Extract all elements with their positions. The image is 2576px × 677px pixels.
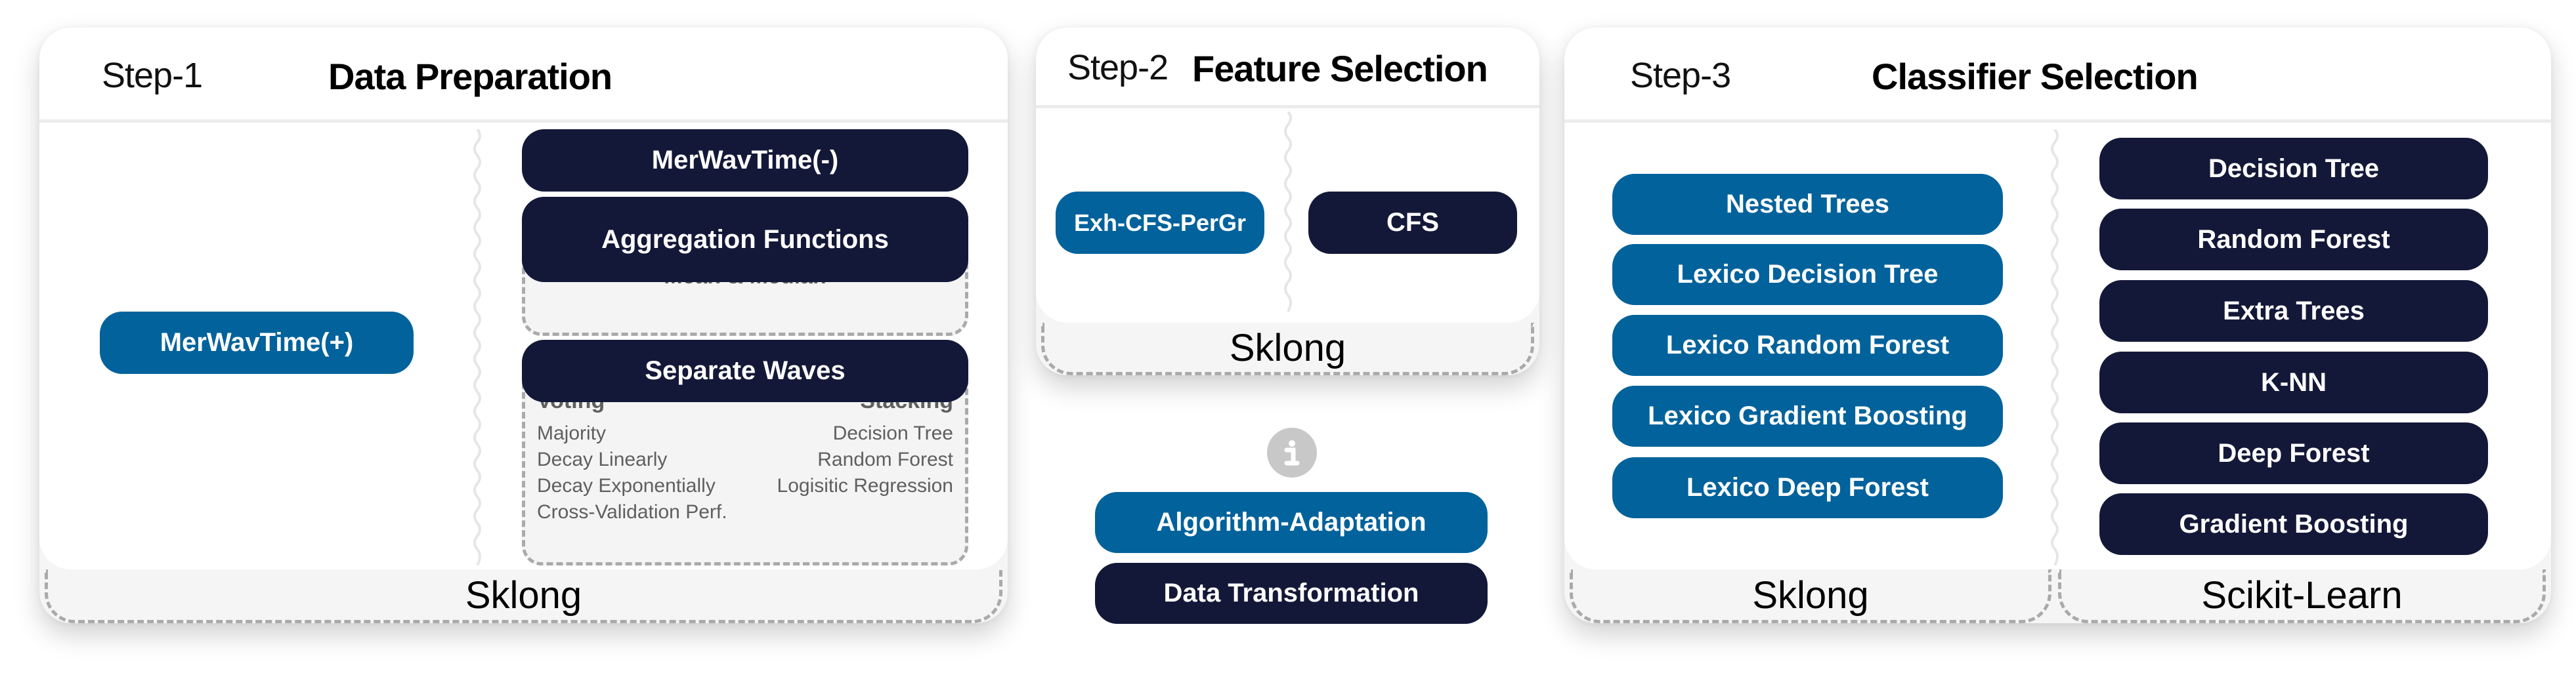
lexico-decision-tree-button[interactable]: Lexico Decision Tree: [1612, 244, 2003, 305]
lexico-deep-forest-button[interactable]: Lexico Deep Forest: [1612, 457, 2003, 518]
info-icon: [1267, 428, 1317, 478]
lexico-gradient-boosting-button[interactable]: Lexico Gradient Boosting: [1612, 386, 2003, 447]
legend-data-transformation: Data Transformation: [1095, 563, 1488, 624]
step3-label: Step-3: [1630, 56, 1731, 95]
decision-tree-button[interactable]: Decision Tree: [2099, 138, 2488, 199]
step2-header: Step-2 Feature Selection: [1036, 28, 1539, 108]
stacking-item: Logisitic Regression: [777, 475, 953, 497]
knn-button[interactable]: K-NN: [2099, 352, 2488, 413]
step3-panel: Step-3 Classifier Selection Nested Trees…: [1564, 28, 2551, 623]
voting-item: Decay Exponentially: [537, 475, 716, 497]
step3-footer-sklong-label: Sklong: [1752, 574, 1869, 617]
exh-cfs-pergr-button[interactable]: Exh-CFS-PerGr: [1056, 192, 1264, 254]
info-glyph-icon: [1284, 440, 1300, 466]
merwavtime-plus-button[interactable]: MerWavTime(+): [100, 312, 414, 374]
gradient-boosting-button[interactable]: Gradient Boosting: [2099, 493, 2488, 555]
nested-trees-button[interactable]: Nested Trees: [1612, 174, 2003, 235]
step1-divider: [473, 129, 481, 565]
step3-divider: [2051, 129, 2059, 565]
step3-header: Step-3 Classifier Selection: [1564, 28, 2551, 123]
voting-item: Decay Linearly: [537, 449, 668, 470]
step2-panel: Step-2 Feature Selection Exh-CFS-PerGr C…: [1036, 28, 1539, 375]
step3-body: Step-3 Classifier Selection Nested Trees…: [1564, 28, 2551, 569]
step1-header: Step-1 Data Preparation: [39, 28, 1008, 123]
step1-footer-label: Sklong: [465, 574, 582, 617]
legend-algorithm-adaptation: Algorithm-Adaptation: [1095, 492, 1488, 553]
step3-footer-scikit-label: Scikit-Learn: [2201, 574, 2403, 617]
step2-label: Step-2: [1067, 48, 1169, 87]
voting-item: Majority: [537, 422, 607, 444]
deep-forest-button[interactable]: Deep Forest: [2099, 422, 2488, 484]
aggregation-functions-button[interactable]: Aggregation Functions: [522, 197, 968, 282]
cfs-button[interactable]: CFS: [1308, 192, 1517, 254]
step3-title: Classifier Selection: [1872, 56, 2199, 97]
step1-label: Step-1: [102, 56, 203, 95]
step1-body: Step-1 Data Preparation MerWavTime(+) Me…: [39, 28, 1008, 569]
voting-item: Cross-Validation Perf.: [537, 501, 727, 523]
extra-trees-button[interactable]: Extra Trees: [2099, 280, 2488, 342]
step2-divider: [1284, 112, 1292, 312]
step1-title: Data Preparation: [328, 56, 612, 97]
step2-footer-label: Sklong: [1229, 327, 1346, 369]
separate-waves-button[interactable]: Separate Waves: [522, 340, 968, 402]
lexico-random-forest-button[interactable]: Lexico Random Forest: [1612, 315, 2003, 376]
stacking-item: Decision Tree: [832, 422, 953, 444]
step1-panel: Step-1 Data Preparation MerWavTime(+) Me…: [39, 28, 1008, 623]
merwavtime-minus-button[interactable]: MerWavTime(-): [522, 129, 968, 192]
step2-body: Step-2 Feature Selection Exh-CFS-PerGr C…: [1036, 28, 1539, 323]
step2-title: Feature Selection: [1192, 48, 1488, 89]
random-forest-button[interactable]: Random Forest: [2099, 209, 2488, 270]
stacking-item: Random Forest: [817, 449, 953, 470]
